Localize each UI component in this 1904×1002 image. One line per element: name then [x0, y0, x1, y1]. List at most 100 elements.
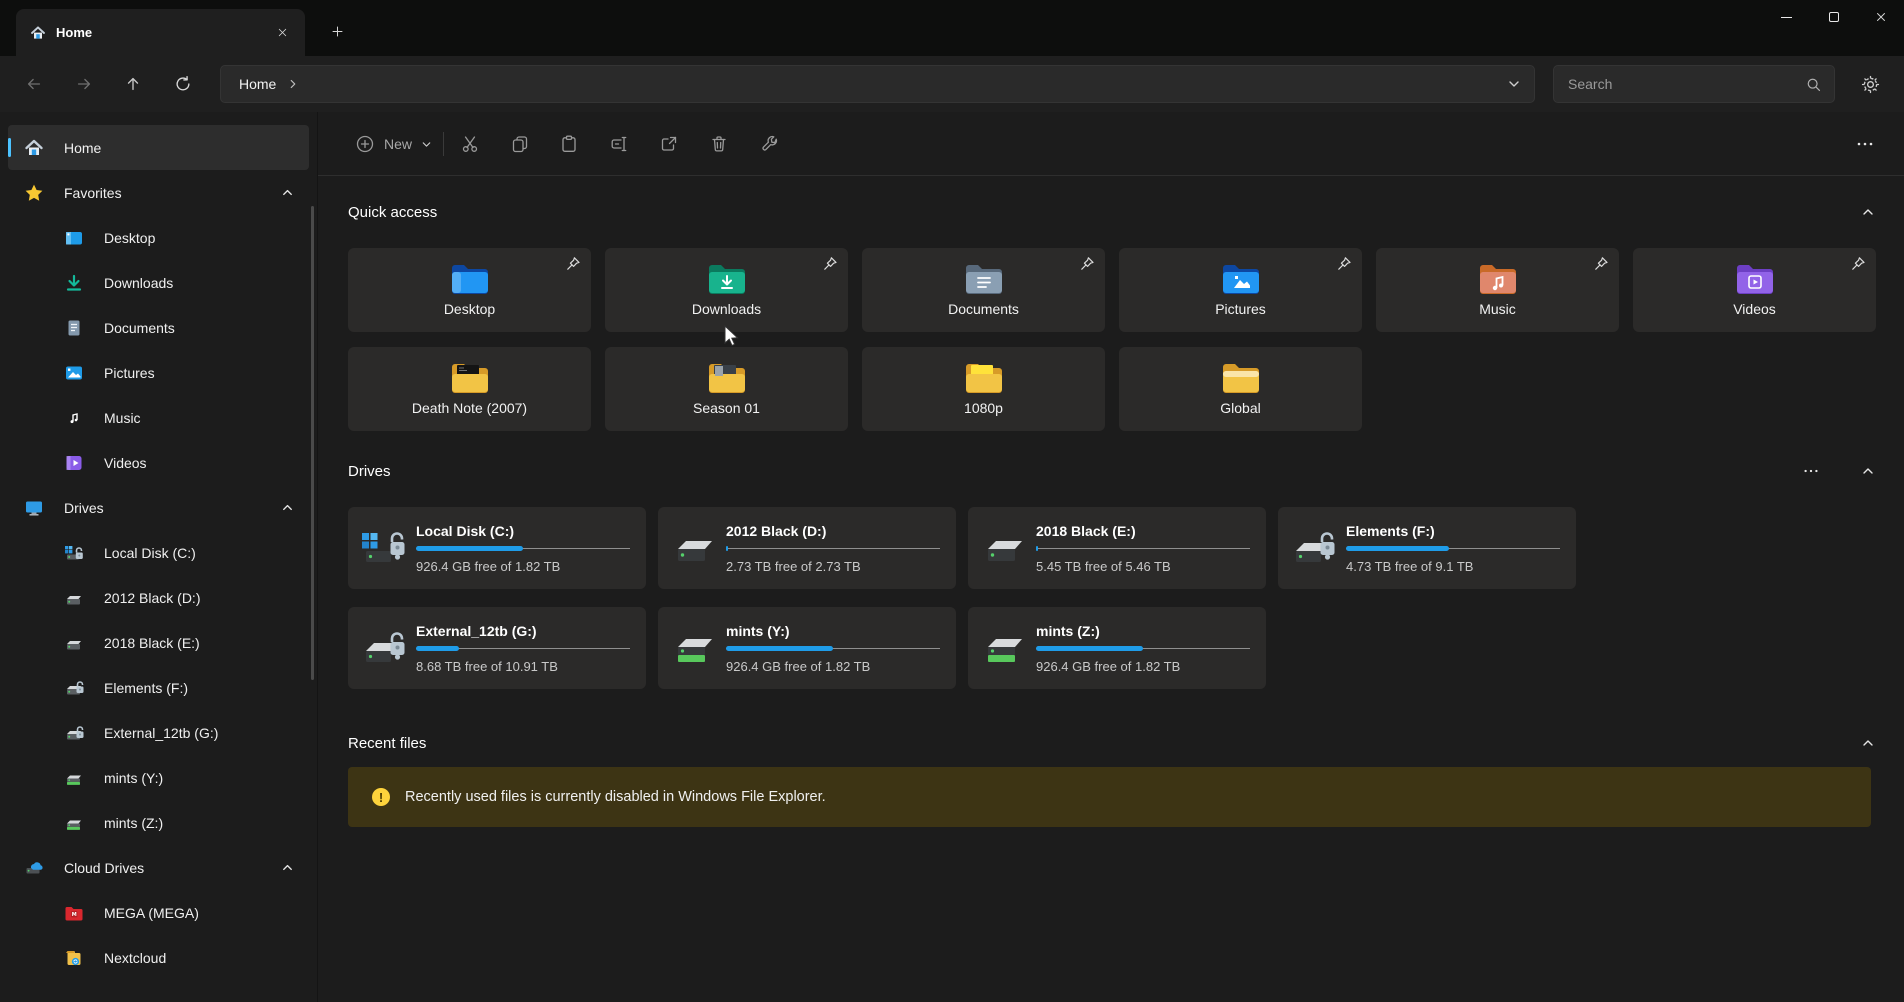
chevron-up-icon[interactable] — [280, 500, 295, 515]
sidebar-item-drive-c[interactable]: Local Disk (C:) — [8, 530, 309, 575]
section-label: Favorites — [64, 185, 122, 201]
sidebar-item-drive-d[interactable]: 2012 Black (D:) — [8, 575, 309, 620]
quick-access-tile-folder[interactable]: Global — [1119, 347, 1362, 431]
drive-icon — [64, 588, 84, 608]
tile-label: Videos — [1733, 301, 1776, 317]
sidebar-section-favorites[interactable]: Favorites — [8, 170, 309, 215]
pin-icon — [822, 256, 838, 272]
sidebar-section-cloud-drives[interactable]: Cloud Drives — [8, 845, 309, 890]
breadcrumb[interactable]: Home — [239, 76, 276, 92]
drive-tile-y[interactable]: mints (Y:) 926.4 GB free of 1.82 TB — [658, 607, 956, 689]
quick-access-tile-folder[interactable]: 1080p — [862, 347, 1105, 431]
see-more-button[interactable] — [1847, 126, 1883, 162]
collapse-section-button[interactable] — [1860, 463, 1876, 479]
capacity-bar — [416, 546, 630, 551]
share-icon — [659, 134, 679, 154]
minimize-button[interactable] — [1763, 0, 1810, 34]
chevron-up-icon[interactable] — [280, 185, 295, 200]
share-button[interactable] — [651, 126, 687, 162]
quick-access-tile-documents[interactable]: Documents — [862, 248, 1105, 332]
drive-icon — [64, 633, 84, 653]
quick-access-tile-downloads[interactable]: Downloads — [605, 248, 848, 332]
tile-label: Desktop — [444, 301, 495, 317]
new-button[interactable]: New — [345, 126, 443, 162]
quick-access-tile-pictures[interactable]: Pictures — [1119, 248, 1362, 332]
command-toolbar: New — [318, 112, 1904, 176]
drive-tile-z[interactable]: mints (Z:) 926.4 GB free of 1.82 TB — [968, 607, 1266, 689]
sidebar-item-drive-z[interactable]: mints (Z:) — [8, 800, 309, 845]
sidebar-item-drive-g[interactable]: External_12tb (G:) — [8, 710, 309, 755]
drive-tile-f[interactable]: Elements (F:) 4.73 TB free of 9.1 TB — [1278, 507, 1576, 589]
forward-button[interactable] — [66, 66, 102, 102]
cut-icon — [460, 134, 480, 154]
up-button[interactable] — [115, 66, 151, 102]
tile-label: Downloads — [692, 301, 761, 317]
settings-button[interactable] — [1852, 66, 1888, 102]
tab-home[interactable]: Home — [16, 9, 305, 56]
sidebar-item-documents[interactable]: Documents — [8, 305, 309, 350]
tab-title: Home — [56, 25, 269, 40]
sidebar-item-downloads[interactable]: Downloads — [8, 260, 309, 305]
quick-access-tile-music[interactable]: Music — [1376, 248, 1619, 332]
tile-label: 1080p — [964, 400, 1003, 416]
close-window-button[interactable] — [1857, 0, 1904, 34]
music-icon — [64, 408, 84, 428]
close-icon — [276, 26, 289, 39]
sidebar-section-drives[interactable]: Drives — [8, 485, 309, 530]
sidebar-item-videos[interactable]: Videos — [8, 440, 309, 485]
drive-tile-e[interactable]: 2018 Black (E:) 5.45 TB free of 5.46 TB — [968, 507, 1266, 589]
maximize-button[interactable] — [1810, 0, 1857, 34]
tools-button[interactable] — [752, 126, 788, 162]
sidebar-item-label: Desktop — [104, 230, 155, 246]
sidebar-scrollbar[interactable] — [311, 206, 314, 680]
sidebar-item-drive-y[interactable]: mints (Y:) — [8, 755, 309, 800]
tile-label: Global — [1220, 400, 1260, 416]
drive-tile-d[interactable]: 2012 Black (D:) 2.73 TB free of 2.73 TB — [658, 507, 956, 589]
collapse-section-button[interactable] — [1860, 735, 1876, 751]
documents-icon — [64, 318, 84, 338]
sidebar-item-drive-f[interactable]: Elements (F:) — [8, 665, 309, 710]
videos-icon — [64, 453, 84, 473]
back-button[interactable] — [16, 66, 52, 102]
cut-button[interactable] — [452, 126, 488, 162]
sidebar-item-nextcloud[interactable]: Nextcloud — [8, 935, 309, 980]
section-more-button[interactable] — [1802, 462, 1820, 480]
new-tab-button[interactable] — [322, 16, 352, 46]
trash-icon — [709, 134, 729, 154]
sidebar-item-mega[interactable]: MEGA (MEGA) — [8, 890, 309, 935]
drive-free-space: 926.4 GB free of 1.82 TB — [1036, 659, 1250, 674]
delete-button[interactable] — [701, 126, 737, 162]
search-input[interactable]: Search — [1553, 65, 1835, 103]
quick-access-tile-desktop[interactable]: Desktop — [348, 248, 591, 332]
refresh-button[interactable] — [165, 66, 201, 102]
drive-green-icon — [64, 813, 84, 833]
drive-name: mints (Y:) — [726, 623, 940, 639]
rename-button[interactable] — [601, 126, 637, 162]
section-label: Cloud Drives — [64, 860, 144, 876]
drive-free-space: 5.45 TB free of 5.46 TB — [1036, 559, 1250, 574]
drive-tile-g[interactable]: External_12tb (G:) 8.68 TB free of 10.91… — [348, 607, 646, 689]
collapse-section-button[interactable] — [1860, 204, 1876, 220]
drive-lock-icon — [64, 723, 84, 743]
sidebar-item-music[interactable]: Music — [8, 395, 309, 440]
copy-icon — [510, 134, 530, 154]
drive-free-space: 926.4 GB free of 1.82 TB — [416, 559, 630, 574]
quick-access-tile-videos[interactable]: Videos — [1633, 248, 1876, 332]
paste-button[interactable] — [551, 126, 587, 162]
quick-access-tile-folder[interactable]: Season 01 — [605, 347, 848, 431]
drive-icon — [670, 527, 718, 569]
tab-close-button[interactable] — [269, 20, 295, 46]
drive-lock-windows-icon — [64, 543, 84, 563]
address-bar[interactable]: Home — [220, 65, 1535, 103]
sidebar-item-home[interactable]: Home — [8, 125, 309, 170]
quick-access-tile-folder[interactable]: Death Note (2007) — [348, 347, 591, 431]
drive-tile-c[interactable]: Local Disk (C:) 926.4 GB free of 1.82 TB — [348, 507, 646, 589]
sidebar-item-desktop[interactable]: Desktop — [8, 215, 309, 260]
copy-button[interactable] — [502, 126, 538, 162]
sidebar-item-pictures[interactable]: Pictures — [8, 350, 309, 395]
address-dropdown-icon[interactable] — [1506, 76, 1522, 92]
drive-lock-icon — [64, 678, 84, 698]
chevron-up-icon[interactable] — [280, 860, 295, 875]
sidebar-item-drive-e[interactable]: 2018 Black (E:) — [8, 620, 309, 665]
notice-text: Recently used files is currently disable… — [405, 789, 826, 805]
